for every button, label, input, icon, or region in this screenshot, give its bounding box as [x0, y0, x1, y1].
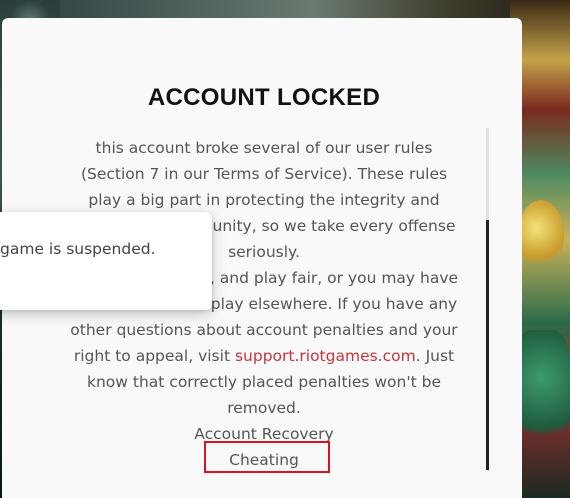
appeal-prefix: right to appeal, visit	[73, 347, 235, 365]
background-character-glow	[518, 200, 564, 270]
body-line: removed.	[227, 399, 301, 417]
appeal-suffix: . Just	[415, 347, 455, 365]
modal-title: ACCOUNT LOCKED	[147, 84, 381, 111]
support-link[interactable]: support.riotgames.com	[235, 347, 416, 365]
body-line: (Section 7 in our Terms of Service). The…	[80, 165, 448, 183]
suspension-toast: game is suspended.	[0, 212, 212, 310]
cheating-highlight-box	[204, 441, 330, 473]
appeal-line: right to appeal, visit support.riotgames…	[62, 343, 466, 369]
body-line: other questions about account penalties …	[70, 321, 458, 339]
body-line: this account broke several of our user r…	[95, 139, 433, 157]
toast-message: game is suspended.	[0, 240, 156, 258]
scrollbar-thumb[interactable]	[486, 220, 489, 470]
body-line: play a big part in protecting the integr…	[88, 191, 440, 209]
background-character-body	[514, 330, 570, 450]
body-line: know that correctly placed penalties won…	[87, 373, 441, 391]
